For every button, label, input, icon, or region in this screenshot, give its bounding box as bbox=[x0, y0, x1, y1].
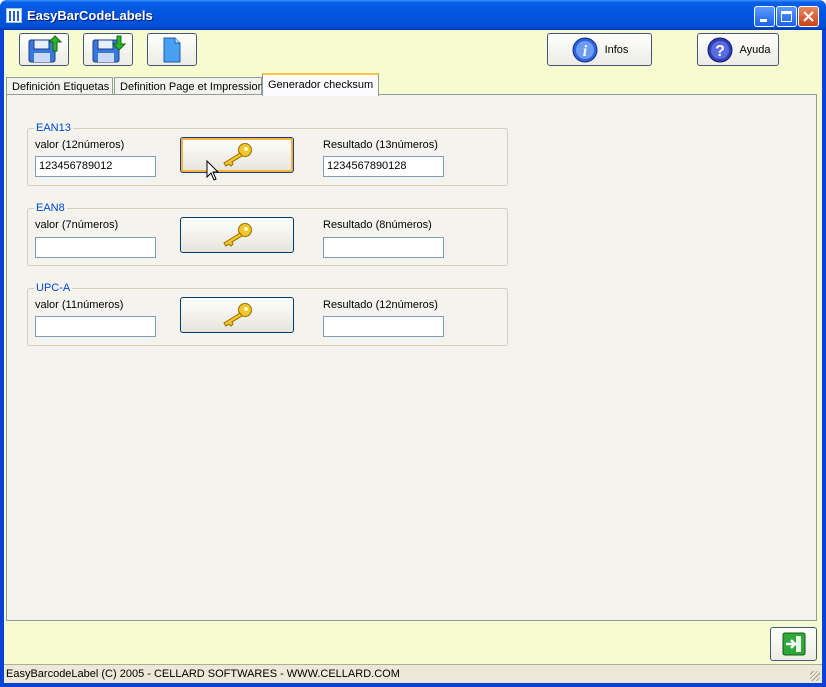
help-label: Ayuda bbox=[739, 43, 771, 56]
upca-result[interactable] bbox=[323, 316, 444, 337]
save-button[interactable] bbox=[83, 33, 133, 66]
resize-grip[interactable] bbox=[810, 671, 820, 681]
input-label: valor (11números) bbox=[35, 299, 124, 311]
help-icon: ? bbox=[707, 37, 732, 62]
tab-definition-page[interactable]: Definition Page et Impression bbox=[114, 77, 264, 95]
result-label: Resultado (8números) bbox=[323, 219, 432, 231]
group-title: UPC-A bbox=[34, 282, 73, 294]
maximize-button[interactable] bbox=[776, 6, 797, 27]
floppy-up-icon bbox=[28, 34, 63, 62]
ean8-result[interactable] bbox=[323, 237, 444, 258]
ean13-generate-button[interactable] bbox=[180, 137, 294, 173]
status-bar: EasyBarcodeLabel (C) 2005 - CELLARD SOFT… bbox=[4, 664, 822, 683]
new-document-icon bbox=[163, 37, 181, 62]
checksum-panel: EAN13 valor (12números) 123456789012 Res… bbox=[6, 94, 817, 621]
minimize-button[interactable] bbox=[754, 6, 775, 27]
info-icon: i bbox=[572, 37, 598, 62]
tab-generador-checksum[interactable]: Generador checksum bbox=[262, 73, 379, 96]
client-area: i Infos ? Ayuda Definición Etiquetas Def… bbox=[4, 30, 822, 683]
ean13-result[interactable]: 1234567890128 bbox=[323, 156, 444, 177]
maximize-icon bbox=[781, 11, 792, 22]
ean8-group: EAN8 valor (7números) Resultado (8número… bbox=[27, 202, 508, 266]
title-bar[interactable]: EasyBarCodeLabels bbox=[0, 0, 826, 30]
result-label: Resultado (12números) bbox=[323, 299, 438, 311]
infos-button[interactable]: i Infos bbox=[547, 33, 652, 66]
result-label: Resultado (13números) bbox=[323, 139, 438, 151]
open-button[interactable] bbox=[19, 33, 69, 66]
upca-generate-button[interactable] bbox=[180, 297, 294, 333]
svg-text:i: i bbox=[582, 43, 587, 60]
exit-button[interactable] bbox=[770, 627, 817, 661]
ean13-input[interactable]: 123456789012 bbox=[35, 156, 156, 177]
tab-label: Generador checksum bbox=[268, 79, 374, 91]
app-window: EasyBarCodeLabels i Infos ? Ayuda Defini… bbox=[0, 0, 826, 687]
close-icon bbox=[803, 11, 814, 22]
infos-label: Infos bbox=[604, 43, 629, 56]
tab-label: Definición Etiquetas bbox=[12, 81, 110, 93]
new-button[interactable] bbox=[147, 33, 197, 66]
upca-input[interactable] bbox=[35, 316, 156, 337]
upca-group: UPC-A valor (11números) Resultado (12núm… bbox=[27, 282, 508, 346]
input-label: valor (7números) bbox=[35, 219, 119, 231]
window-title: EasyBarCodeLabels bbox=[27, 8, 153, 23]
ean8-generate-button[interactable] bbox=[180, 217, 294, 253]
exit-icon bbox=[782, 632, 805, 656]
minimize-icon bbox=[760, 19, 767, 22]
help-button[interactable]: ? Ayuda bbox=[697, 33, 779, 66]
status-text: EasyBarcodeLabel (C) 2005 - CELLARD SOFT… bbox=[6, 668, 400, 680]
barcode-app-icon[interactable] bbox=[6, 8, 22, 23]
bottom-bar bbox=[4, 621, 822, 663]
floppy-down-icon bbox=[92, 35, 127, 62]
key-icon bbox=[223, 303, 252, 327]
key-icon bbox=[223, 223, 252, 247]
tab-definicion-etiquetas[interactable]: Definición Etiquetas bbox=[6, 77, 113, 95]
group-title: EAN13 bbox=[34, 122, 73, 134]
mouse-cursor-icon bbox=[206, 160, 220, 181]
group-title: EAN8 bbox=[34, 202, 67, 214]
tab-label: Definition Page et Impression bbox=[120, 81, 264, 93]
svg-text:?: ? bbox=[715, 43, 725, 60]
ean13-group: EAN13 valor (12números) 123456789012 Res… bbox=[27, 122, 508, 186]
ean8-input[interactable] bbox=[35, 237, 156, 258]
input-label: valor (12números) bbox=[35, 139, 125, 151]
close-button[interactable] bbox=[798, 6, 819, 27]
key-icon bbox=[223, 143, 252, 167]
